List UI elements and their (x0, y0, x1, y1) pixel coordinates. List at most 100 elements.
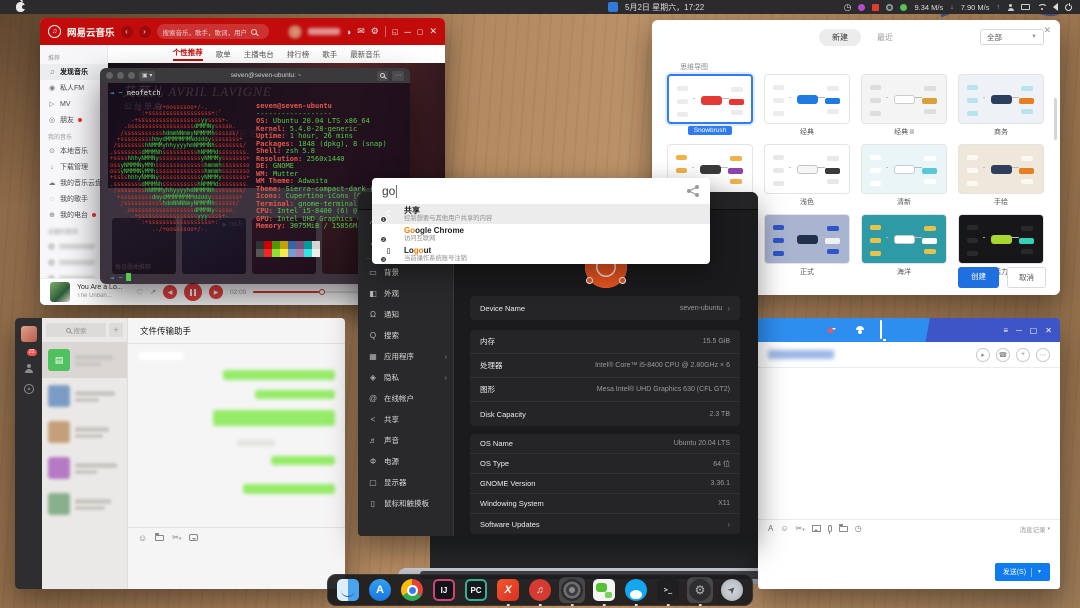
minimize-icon[interactable]: ─ (404, 27, 410, 37)
send-button[interactable]: 发送(S) ▼ (995, 563, 1050, 581)
menu-button[interactable]: ⋯ (392, 71, 404, 81)
mail-icon[interactable]: ✉ (357, 26, 365, 37)
window-button[interactable] (128, 72, 135, 79)
more-icon[interactable]: ⋯ (1036, 348, 1050, 362)
window-button[interactable] (117, 72, 124, 79)
dock-xmind[interactable]: X (495, 577, 521, 603)
settings-gear-icon[interactable]: ⚙ (371, 26, 379, 37)
dock-finder[interactable] (335, 577, 361, 603)
list-item[interactable] (42, 486, 127, 522)
settings-row-Device Name[interactable]: Device Nameseven-ubuntu› (470, 296, 740, 320)
nav-contacts[interactable] (24, 364, 33, 373)
new-tab-button[interactable]: ▣ ▾ (139, 71, 155, 81)
template-card-经典 II[interactable] (861, 74, 947, 124)
message-history-button[interactable]: 消息记录▾ (1019, 524, 1050, 534)
template-card-活力[interactable] (958, 214, 1044, 264)
search-query[interactable]: go (382, 184, 395, 198)
tab-排行榜[interactable]: 排行榜 (287, 49, 310, 60)
settings-nav-在线帐户[interactable]: @在线帐户 (358, 388, 453, 409)
tab-devices[interactable] (880, 321, 882, 339)
template-card-正式[interactable] (764, 214, 850, 264)
list-item-selected[interactable]: ▤ (42, 342, 127, 378)
settings-nav-搜索[interactable]: Q搜索 (358, 325, 453, 346)
dock-system-settings[interactable] (559, 577, 585, 603)
message-input[interactable]: 发送(S) ▼ (758, 537, 1060, 589)
dock-wechat[interactable] (591, 577, 617, 603)
microphone-icon[interactable] (828, 525, 832, 532)
dock-qq[interactable] (623, 577, 649, 603)
dock-netease-music[interactable]: ♫ (527, 577, 553, 603)
window-button[interactable] (106, 72, 113, 79)
sidebar-item-本地音乐[interactable]: ⊙本地音乐 (40, 143, 107, 159)
mini-mode-icon[interactable]: ◱ (392, 28, 399, 36)
tab-主播电台[interactable]: 主播电台 (244, 49, 274, 60)
user-menu-icon[interactable] (1007, 4, 1014, 11)
settings-row-Software Updates[interactable]: Software Updates› (470, 514, 740, 534)
sidebar-item-blurred[interactable] (40, 270, 107, 278)
list-item[interactable] (42, 378, 127, 414)
search-result-Logout[interactable]: 3Logout当前操作系统账号注销 (372, 244, 710, 264)
add-icon[interactable]: + (1016, 348, 1030, 362)
video-call-icon[interactable]: ▸ (976, 348, 990, 362)
dock-terminal[interactable]: >_ (655, 577, 681, 603)
tray-clock-icon[interactable]: ◷ (844, 2, 852, 13)
screenshot-icon[interactable]: ✂▾ (172, 533, 181, 542)
tray-netease-icon[interactable] (872, 4, 879, 11)
clock-date[interactable]: 5月2日 星期六，17:22 (625, 2, 704, 13)
cancel-button[interactable]: 取消 (1007, 267, 1046, 288)
list-item[interactable] (42, 450, 127, 486)
sidebar-item-私人FM[interactable]: ◉私人FM (40, 80, 107, 96)
sidebar-item-MV[interactable]: ▷MV (40, 96, 107, 112)
dock-launcher[interactable]: ➤ (719, 577, 745, 603)
search-input[interactable]: 搜索 (46, 323, 106, 337)
like-heart-icon[interactable]: ♡ (136, 288, 143, 297)
settings-nav-背景[interactable]: ▭背景 (358, 262, 453, 283)
avatar[interactable] (288, 25, 302, 39)
settings-nav-共享[interactable]: <共享 (358, 409, 453, 430)
dock-pycharm[interactable]: PC (463, 577, 489, 603)
dock-app-store[interactable]: A (367, 577, 393, 603)
list-item[interactable] (42, 414, 127, 450)
maximize-icon[interactable]: ▢ (417, 28, 424, 36)
emoji-icon[interactable]: ☺ (780, 524, 788, 533)
template-card-清新[interactable] (861, 144, 947, 194)
progress-bar[interactable] (253, 291, 366, 293)
settings-nav-应用程序[interactable]: ▦应用程序› (358, 346, 453, 367)
power-icon[interactable] (1065, 4, 1072, 11)
sidebar-item-下载管理[interactable]: ↓下载管理 (40, 159, 107, 175)
settings-nav-电源[interactable]: Ф电源 (358, 451, 453, 472)
create-button[interactable]: 创建 (958, 267, 999, 288)
apple-menu[interactable] (0, 2, 25, 12)
filter-dropdown[interactable]: 全部 ▼ (980, 29, 1044, 45)
template-card-海洋[interactable] (861, 214, 947, 264)
settings-nav-隐私[interactable]: ◈隐私› (358, 367, 453, 388)
screenshot-icon[interactable]: ✂▾ (796, 524, 805, 533)
sidebar-item-我的歌手[interactable]: ◌我的歌手 (40, 191, 107, 207)
pause-button[interactable] (184, 283, 202, 301)
search-button[interactable] (377, 71, 388, 81)
dock-preferences[interactable]: ⚙ (687, 577, 713, 603)
image-icon[interactable] (812, 525, 821, 532)
add-chat-button[interactable]: + (109, 323, 123, 337)
sidebar-item-blurred[interactable] (40, 254, 107, 270)
tab-歌单[interactable]: 歌单 (216, 49, 231, 60)
volume-icon[interactable] (1053, 3, 1058, 11)
dock-intellij-idea[interactable]: IJ (431, 577, 457, 603)
font-icon[interactable]: A (768, 524, 773, 533)
menu-icon[interactable]: ≡ (1003, 326, 1008, 335)
previous-button[interactable]: ◀ (163, 285, 177, 299)
share-icon[interactable]: ↗ (150, 288, 156, 296)
skin-icon[interactable]: ◑ (346, 27, 351, 37)
minimize-icon[interactable]: ─ (1016, 326, 1022, 335)
tab-recent[interactable]: 最近 (877, 32, 893, 43)
file-icon[interactable] (839, 526, 848, 532)
settings-nav-通知[interactable]: Ω通知 (358, 304, 453, 325)
sidebar-item-我的音乐云盘[interactable]: ☁我的音乐云盘 (40, 175, 107, 191)
album-art[interactable] (50, 282, 70, 302)
template-card-浅色[interactable] (764, 144, 850, 194)
tab-歌手[interactable]: 歌手 (322, 49, 337, 60)
input-method-icon[interactable] (608, 2, 618, 12)
sidebar-item-朋友[interactable]: ◎朋友 (40, 112, 107, 128)
forward-icon[interactable]: › (139, 26, 151, 38)
maximize-icon[interactable]: ▢ (1030, 326, 1038, 335)
